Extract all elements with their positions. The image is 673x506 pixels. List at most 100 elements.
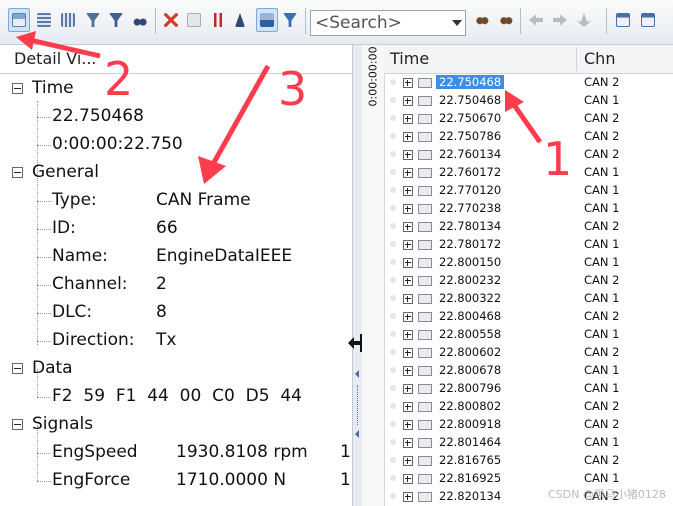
expand-icon[interactable]	[403, 204, 413, 214]
expand-icon[interactable]	[403, 168, 413, 178]
expand-icon[interactable]	[403, 240, 413, 250]
collapse-left-icon[interactable]	[355, 430, 359, 438]
trace-row[interactable]: 22.800232 CAN 2	[384, 272, 673, 290]
trace-row[interactable]: 22.800796 CAN 1	[384, 380, 673, 398]
forward-button[interactable]	[550, 9, 570, 31]
tree-section-data[interactable]: Data	[0, 355, 352, 383]
column-divider[interactable]	[576, 47, 577, 71]
expand-icon[interactable]	[403, 96, 413, 106]
trace-row[interactable]: 22.750786 CAN 2	[384, 128, 673, 146]
row-time: 22.750670	[439, 111, 502, 125]
chevron-down-icon[interactable]	[452, 20, 462, 26]
expand-icon[interactable]	[403, 132, 413, 142]
expand-icon[interactable]	[403, 258, 413, 268]
collapse-toggle-icon[interactable]	[12, 419, 23, 430]
toolbar-separator	[520, 8, 521, 34]
expand-icon[interactable]	[403, 492, 413, 502]
collapse-toggle-icon[interactable]	[12, 363, 23, 374]
row-channel: CAN 2	[584, 111, 620, 125]
expand-icon[interactable]	[403, 186, 413, 196]
advanced-filter-button[interactable]	[106, 9, 126, 31]
tree-item-dlc: DLC: 8	[0, 299, 352, 327]
trace-row[interactable]: 22.801464 CAN 1	[384, 434, 673, 452]
filter-button[interactable]	[83, 9, 103, 31]
trace-row[interactable]: 22.816765 CAN 2	[384, 452, 673, 470]
collapse-left-icon[interactable]	[355, 370, 359, 378]
expand-icon[interactable]	[403, 420, 413, 430]
expand-icon[interactable]	[403, 348, 413, 358]
find-prev-button[interactable]	[472, 9, 492, 31]
trace-row[interactable]: 22.800558 CAN 1	[384, 326, 673, 344]
expand-icon[interactable]	[403, 474, 413, 484]
section-label: Signals	[32, 414, 94, 434]
trace-row[interactable]: 22.780134 CAN 2	[384, 218, 673, 236]
data-bytes: F2 59 F1 44 00 C0 D5 44	[52, 386, 302, 406]
back-button[interactable]	[526, 9, 546, 31]
message-icon	[418, 114, 432, 124]
trace-row[interactable]: 22.800150 CAN 1	[384, 254, 673, 272]
tree-section-general[interactable]: General	[0, 159, 352, 187]
expand-icon[interactable]	[403, 402, 413, 412]
sort-button[interactable]	[58, 9, 78, 31]
window-button[interactable]	[613, 9, 633, 31]
expand-icon[interactable]	[403, 330, 413, 340]
expand-icon[interactable]	[403, 312, 413, 322]
collapse-toggle-icon[interactable]	[12, 83, 23, 94]
time-mode-button[interactable]	[232, 9, 252, 31]
column-header-chn[interactable]: Chn	[584, 49, 615, 68]
trace-row[interactable]: 22.800678 CAN 1	[384, 362, 673, 380]
tree-item-type: Type: CAN Frame	[0, 187, 352, 215]
row-marker-icon	[390, 223, 396, 229]
trace-row[interactable]: 22.770238 CAN 1	[384, 200, 673, 218]
section-label: Data	[32, 358, 73, 378]
find-button[interactable]	[130, 9, 150, 31]
trace-row[interactable]: 22.750670 CAN 2	[384, 110, 673, 128]
tree-section-signals[interactable]: Signals	[0, 411, 352, 439]
filter-funnel-button[interactable]	[280, 9, 300, 31]
columns-button[interactable]	[34, 9, 54, 31]
trace-row[interactable]: 22.750468 CAN 1	[384, 92, 673, 110]
trace-row[interactable]: 22.800322 CAN 1	[384, 290, 673, 308]
expand-icon[interactable]	[403, 384, 413, 394]
expand-icon[interactable]	[403, 366, 413, 376]
marker-button[interactable]	[574, 9, 594, 31]
trace-row[interactable]: 22.760134 CAN 2	[384, 146, 673, 164]
message-icon	[418, 492, 432, 502]
time-mode-icon	[235, 13, 245, 27]
trace-row[interactable]: 22.770120 CAN 1	[384, 182, 673, 200]
message-icon	[418, 474, 432, 484]
scroll-down-button[interactable]	[256, 8, 278, 32]
trace-row[interactable]: 22.800802 CAN 2	[384, 398, 673, 416]
expand-icon[interactable]	[403, 78, 413, 88]
clear-button[interactable]	[184, 9, 204, 31]
expand-icon[interactable]	[403, 456, 413, 466]
expand-icon[interactable]	[403, 114, 413, 124]
trace-row[interactable]: 22.760172 CAN 1	[384, 164, 673, 182]
message-icon	[418, 240, 432, 250]
annotation-number-1: 1	[543, 132, 573, 186]
trace-row[interactable]: 22.800468 CAN 2	[384, 308, 673, 326]
trace-row[interactable]: 22.780172 CAN 1	[384, 236, 673, 254]
tree-item-data-bytes: F2 59 F1 44 00 C0 D5 44	[0, 383, 352, 411]
search-input[interactable]: <Search>	[315, 13, 402, 33]
trace-row[interactable]: 22.800602 CAN 2	[384, 344, 673, 362]
trace-row[interactable]: 22.750468 CAN 2	[384, 74, 673, 92]
expand-icon[interactable]	[403, 222, 413, 232]
column-header-time[interactable]: Time	[390, 49, 429, 68]
expand-icon[interactable]	[403, 294, 413, 304]
trace-row[interactable]: 22.800918 CAN 2	[384, 416, 673, 434]
find-next-button[interactable]	[496, 9, 516, 31]
delete-button[interactable]	[161, 9, 181, 31]
expand-icon[interactable]	[403, 150, 413, 160]
property-value: CAN Frame	[156, 190, 251, 210]
expand-icon[interactable]	[403, 438, 413, 448]
splitter-grip[interactable]	[357, 385, 358, 425]
filter-view-button[interactable]	[8, 8, 30, 32]
collapse-toggle-icon[interactable]	[12, 167, 23, 178]
pause-button[interactable]	[208, 9, 228, 31]
row-time: 22.800802	[439, 399, 502, 413]
property-value: 8	[156, 302, 167, 322]
search-box[interactable]: <Search>	[310, 10, 466, 36]
expand-icon[interactable]	[403, 276, 413, 286]
window-options-button[interactable]	[638, 9, 658, 31]
